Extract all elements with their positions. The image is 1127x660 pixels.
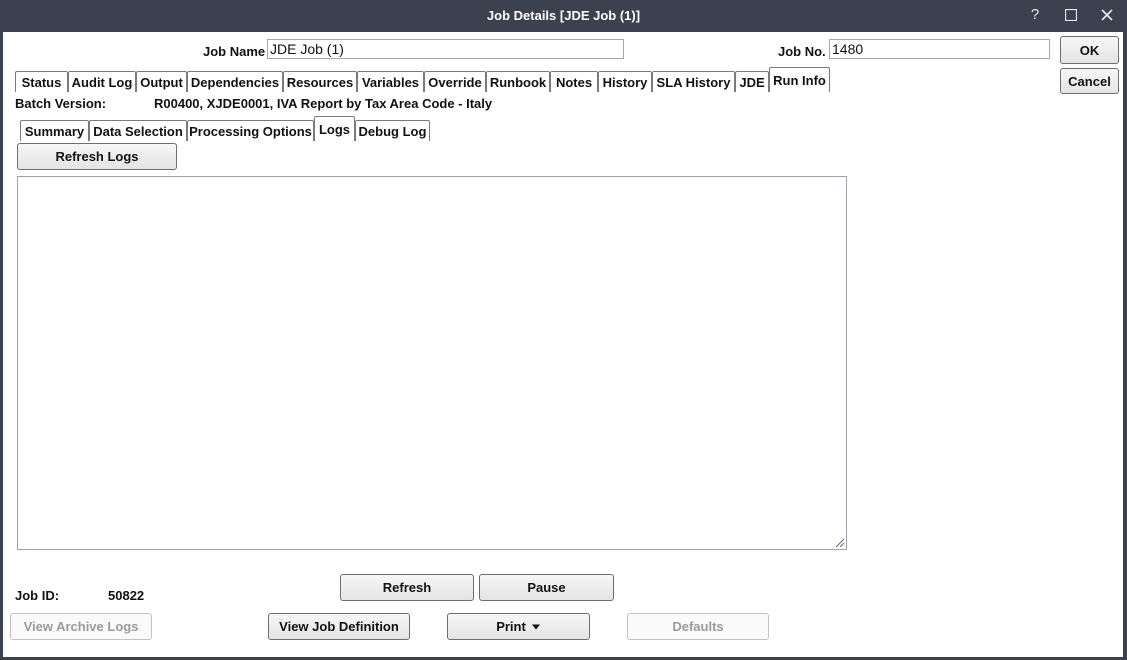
ok-button[interactable]: OK [1060,36,1119,64]
tab-status[interactable]: Status [15,71,68,92]
job-id-label: Job ID: [15,588,60,603]
tab-resources[interactable]: Resources [283,71,357,92]
view-archive-logs-button: View Archive Logs [10,613,152,640]
title-bar: Job Details [JDE Job (1)] ? [0,0,1127,32]
job-id-value: 50822 [108,588,145,603]
chevron-down-icon [531,624,540,629]
dialog-body: Job Name Job No. OK Cancel Status Audit … [3,32,1123,657]
help-icon[interactable]: ? [1024,5,1046,25]
window-title: Job Details [JDE Job (1)] [486,8,641,23]
job-name-field[interactable] [267,39,624,59]
tab-notes[interactable]: Notes [550,71,598,92]
maximize-icon[interactable] [1060,5,1082,25]
close-icon[interactable] [1096,5,1118,25]
tab-variables[interactable]: Variables [357,71,424,92]
resize-grip-icon[interactable] [833,536,845,548]
tab-override[interactable]: Override [424,71,486,92]
tab-dependencies[interactable]: Dependencies [187,71,283,92]
job-no-label: Job No. [778,44,826,59]
cancel-button[interactable]: Cancel [1060,68,1119,94]
tab-audit-log[interactable]: Audit Log [68,71,136,92]
job-name-label: Job Name [203,44,266,59]
batch-version-label: Batch Version: [15,96,107,111]
logs-textarea[interactable] [17,176,847,550]
defaults-button: Defaults [627,613,769,640]
tab-jde[interactable]: JDE [735,71,769,92]
main-tab-strip: Status Audit Log Output Dependencies Res… [15,67,835,92]
view-job-definition-button[interactable]: View Job Definition [268,613,410,640]
subtab-summary[interactable]: Summary [20,120,89,141]
refresh-button[interactable]: Refresh [340,574,474,601]
print-button[interactable]: Print [447,613,590,640]
subtab-debug-log[interactable]: Debug Log [355,120,430,141]
refresh-logs-button[interactable]: Refresh Logs [17,143,177,170]
subtab-logs[interactable]: Logs [314,116,355,141]
tab-sla-history[interactable]: SLA History [652,71,735,92]
print-label: Print [496,619,526,634]
job-details-window: Job Details [JDE Job (1)] ? Job Name Job… [0,0,1127,660]
tab-history[interactable]: History [598,71,652,92]
job-no-field[interactable] [829,39,1050,59]
tab-output[interactable]: Output [136,71,187,92]
sub-tab-strip: Summary Data Selection Processing Option… [20,116,440,141]
pause-button[interactable]: Pause [479,574,614,601]
tab-runbook[interactable]: Runbook [486,71,550,92]
batch-version-value: R00400, XJDE0001, IVA Report by Tax Area… [154,96,493,111]
subtab-processing-options[interactable]: Processing Options [187,120,314,141]
tab-run-info[interactable]: Run Info [769,67,830,92]
subtab-data-selection[interactable]: Data Selection [89,120,187,141]
